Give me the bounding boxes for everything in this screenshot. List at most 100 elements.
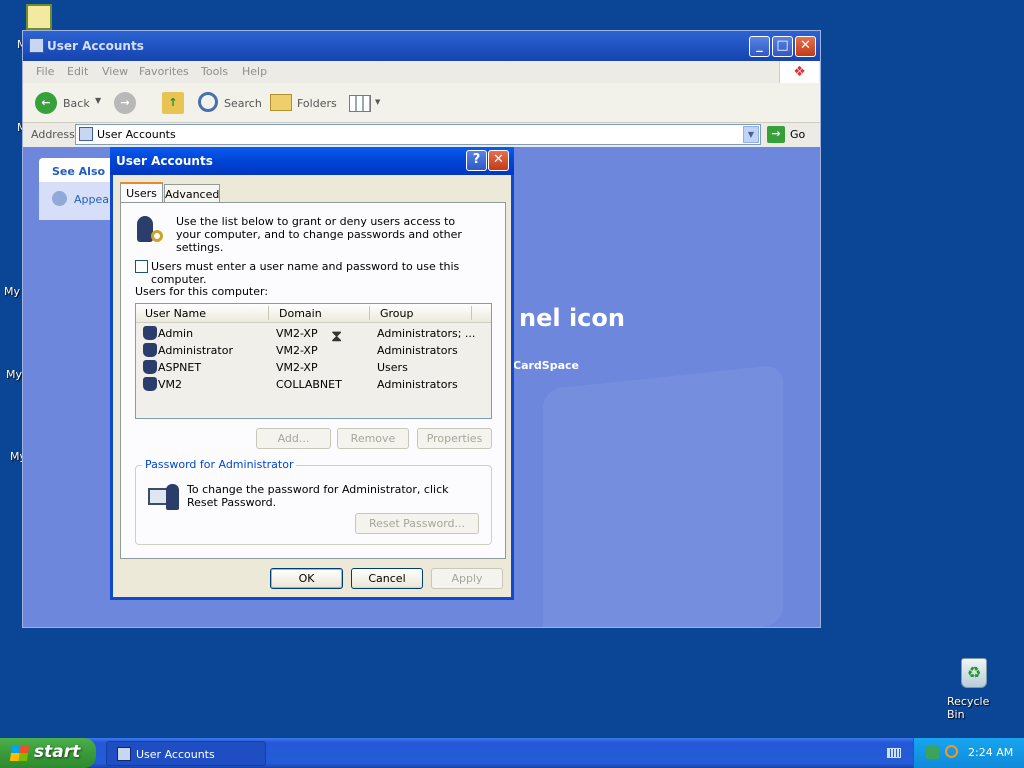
- user-group: Administrators: [377, 344, 458, 357]
- views-icon[interactable]: [349, 95, 371, 112]
- views-dropdown-icon[interactable]: ▼: [375, 98, 380, 106]
- menu-view[interactable]: View: [102, 65, 128, 78]
- cancel-button[interactable]: Cancel: [351, 568, 423, 589]
- back-dropdown-icon[interactable]: ▼: [95, 96, 101, 105]
- address-label: Address: [31, 128, 75, 141]
- desktop-icon-top[interactable]: [26, 4, 52, 30]
- user-name: VM2: [158, 378, 183, 391]
- user-domain: VM2-XP: [276, 327, 318, 340]
- add-user-button[interactable]: Add...: [256, 428, 331, 449]
- user-accounts-task-icon: [117, 747, 131, 761]
- forward-arrow-icon[interactable]: →: [114, 92, 136, 114]
- folders-button[interactable]: Folders: [297, 97, 337, 110]
- dialog-title-bar[interactable]: User Accounts ? ✕: [110, 147, 514, 175]
- password-group-title: Password for Administrator: [142, 458, 297, 471]
- back-button[interactable]: Back: [63, 97, 90, 110]
- dialog-close-button[interactable]: ✕: [488, 150, 509, 171]
- close-button[interactable]: ✕: [795, 36, 816, 57]
- taskbar-item-label: User Accounts: [136, 748, 215, 761]
- help-button[interactable]: ?: [466, 150, 487, 171]
- table-row[interactable]: Admin VM2-XP Administrators; ...: [136, 325, 491, 342]
- apply-button[interactable]: Apply: [431, 568, 503, 589]
- password-groupbox: Password for Administrator To change the…: [135, 458, 492, 545]
- user-icon: [143, 343, 157, 357]
- require-login-checkbox[interactable]: [135, 260, 148, 273]
- clock[interactable]: 2:24 AM: [968, 746, 1013, 759]
- user-accounts-dialog: User Accounts ? ✕ Users Advanced Use the…: [110, 147, 514, 600]
- reset-password-button[interactable]: Reset Password...: [355, 513, 479, 534]
- column-domain[interactable]: Domain: [279, 307, 322, 320]
- password-text: To change the password for Administrator…: [187, 483, 449, 509]
- start-button[interactable]: start: [0, 738, 96, 768]
- toolbar: ← Back ▼ → ↑ Search Folders ▼: [23, 83, 820, 123]
- menu-edit[interactable]: Edit: [67, 65, 88, 78]
- user-icon: [143, 360, 157, 374]
- address-dropdown-button[interactable]: ▼: [743, 126, 759, 143]
- up-folder-icon[interactable]: ↑: [162, 92, 184, 114]
- user-domain: VM2-XP: [276, 361, 318, 374]
- users-keys-icon: [135, 216, 167, 244]
- user-name: Admin: [158, 327, 194, 340]
- menu-bar: File Edit View Favorites Tools Help ❖: [23, 61, 820, 83]
- column-user-name[interactable]: User Name: [145, 307, 206, 320]
- ok-button[interactable]: OK: [270, 568, 343, 589]
- table-row[interactable]: VM2 COLLABNET Administrators: [136, 376, 491, 393]
- network-icon[interactable]: [926, 746, 939, 759]
- search-button[interactable]: Search: [224, 97, 262, 110]
- table-row[interactable]: ASPNET VM2-XP Users: [136, 359, 491, 376]
- keyboard-icon[interactable]: [887, 748, 901, 758]
- intro-text: Use the list below to grant or deny user…: [176, 215, 462, 254]
- control-panel-watermark-icon: [543, 364, 783, 627]
- recycle-bin[interactable]: ♻ Recycle Bin: [940, 656, 1010, 721]
- tab-users[interactable]: Users: [120, 182, 163, 204]
- explorer-title: User Accounts: [47, 39, 144, 53]
- users-list[interactable]: User Name Domain Group Admin VM2-XP Admi…: [135, 303, 492, 419]
- explorer-title-bar[interactable]: User Accounts _ □ ✕: [23, 31, 820, 61]
- menu-favorites[interactable]: Favorites: [139, 65, 189, 78]
- desktop-icon-my-network-places[interactable]: My: [6, 368, 22, 381]
- user-domain: VM2-XP: [276, 344, 318, 357]
- cardspace-link[interactable]: CardSpace: [513, 359, 579, 372]
- see-also-link[interactable]: Appear: [74, 193, 114, 206]
- user-icon: [143, 326, 157, 340]
- search-tray-icon[interactable]: [945, 745, 958, 758]
- list-header: User Name Domain Group: [136, 304, 491, 323]
- user-accounts-small-icon: [79, 127, 93, 141]
- search-icon[interactable]: [198, 92, 218, 112]
- user-group: Users: [377, 361, 408, 374]
- maximize-button[interactable]: □: [772, 36, 793, 57]
- user-domain: COLLABNET: [276, 378, 342, 391]
- taskbar: start User Accounts 2:24 AM: [0, 738, 1024, 768]
- properties-button[interactable]: Properties: [417, 428, 492, 449]
- user-name: Administrator: [158, 344, 233, 357]
- address-bar: Address User Accounts ▼ → Go: [23, 123, 820, 147]
- remove-user-button[interactable]: Remove: [337, 428, 409, 449]
- menu-file[interactable]: File: [36, 65, 54, 78]
- user-name: ASPNET: [158, 361, 202, 374]
- go-arrow-icon[interactable]: →: [767, 126, 785, 143]
- users-list-label: Users for this computer:: [135, 285, 269, 298]
- require-login-label[interactable]: Users must enter a user name and passwor…: [151, 260, 505, 286]
- hourglass-cursor-icon: ⧗: [331, 326, 343, 345]
- start-label: start: [34, 742, 81, 762]
- column-group[interactable]: Group: [380, 307, 414, 320]
- users-tab-pane: Use the list below to grant or deny user…: [120, 202, 506, 559]
- user-icon: [143, 377, 157, 391]
- minimize-button[interactable]: _: [749, 36, 770, 57]
- windows-flag-icon: [9, 745, 30, 761]
- panel-heading: nel icon: [519, 304, 625, 332]
- appearance-icon: [52, 191, 67, 206]
- menu-tools[interactable]: Tools: [201, 65, 228, 78]
- table-row[interactable]: Administrator VM2-XP Administrators: [136, 342, 491, 359]
- address-field[interactable]: User Accounts ▼: [75, 124, 761, 145]
- recycle-bin-icon: ♻: [961, 658, 987, 688]
- back-arrow-icon[interactable]: ←: [35, 92, 57, 114]
- taskbar-item-user-accounts[interactable]: User Accounts: [106, 741, 266, 766]
- folders-icon[interactable]: [270, 94, 292, 111]
- windows-logo-icon: ❖: [779, 61, 819, 83]
- computer-user-icon: [148, 484, 180, 514]
- user-group: Administrators; ...: [377, 327, 476, 340]
- menu-help[interactable]: Help: [242, 65, 267, 78]
- go-button[interactable]: Go: [790, 128, 805, 141]
- address-value: User Accounts: [97, 128, 176, 141]
